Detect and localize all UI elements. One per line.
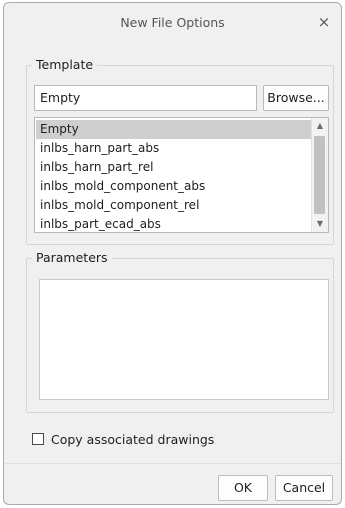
ok-button[interactable]: OK	[218, 475, 268, 501]
template-list-item[interactable]: inlbs_mold_component_abs	[36, 177, 313, 196]
copy-drawings-checkbox[interactable]	[32, 433, 44, 445]
dialog-title: New File Options	[120, 15, 225, 30]
new-file-options-dialog: New File Options × Template Empty Browse…	[3, 2, 342, 505]
parameters-area[interactable]	[39, 279, 329, 400]
template-input[interactable]: Empty	[34, 85, 257, 111]
copy-drawings-option[interactable]: Copy associated drawings	[32, 430, 214, 448]
copy-drawings-label: Copy associated drawings	[51, 431, 215, 447]
close-icon[interactable]: ×	[313, 11, 335, 33]
cancel-button[interactable]: Cancel	[275, 475, 333, 501]
title-bar: New File Options ×	[4, 3, 341, 41]
template-list[interactable]: Empty inlbs_harn_part_abs inlbs_harn_part_…	[34, 117, 329, 233]
scroll-down-arrow-icon[interactable]: ▼	[312, 216, 328, 232]
template-list-item[interactable]: inlbs_mold_component_rel	[36, 196, 313, 215]
list-scrollbar[interactable]: ▲ ▼	[311, 118, 328, 232]
template-list-item[interactable]: inlbs_harn_part_rel	[36, 158, 313, 177]
scroll-thumb[interactable]	[314, 136, 325, 214]
template-group-label: Template	[32, 57, 98, 72]
parameters-group-label: Parameters	[32, 250, 112, 265]
scroll-up-arrow-icon[interactable]: ▲	[312, 118, 328, 134]
template-list-item[interactable]: inlbs_harn_part_abs	[36, 139, 313, 158]
browse-button[interactable]: Browse...	[263, 85, 329, 111]
template-list-item[interactable]: inlbs_part_ecad_abs	[36, 215, 313, 232]
template-list-item[interactable]: Empty	[36, 120, 313, 139]
footer-separator	[4, 463, 341, 464]
